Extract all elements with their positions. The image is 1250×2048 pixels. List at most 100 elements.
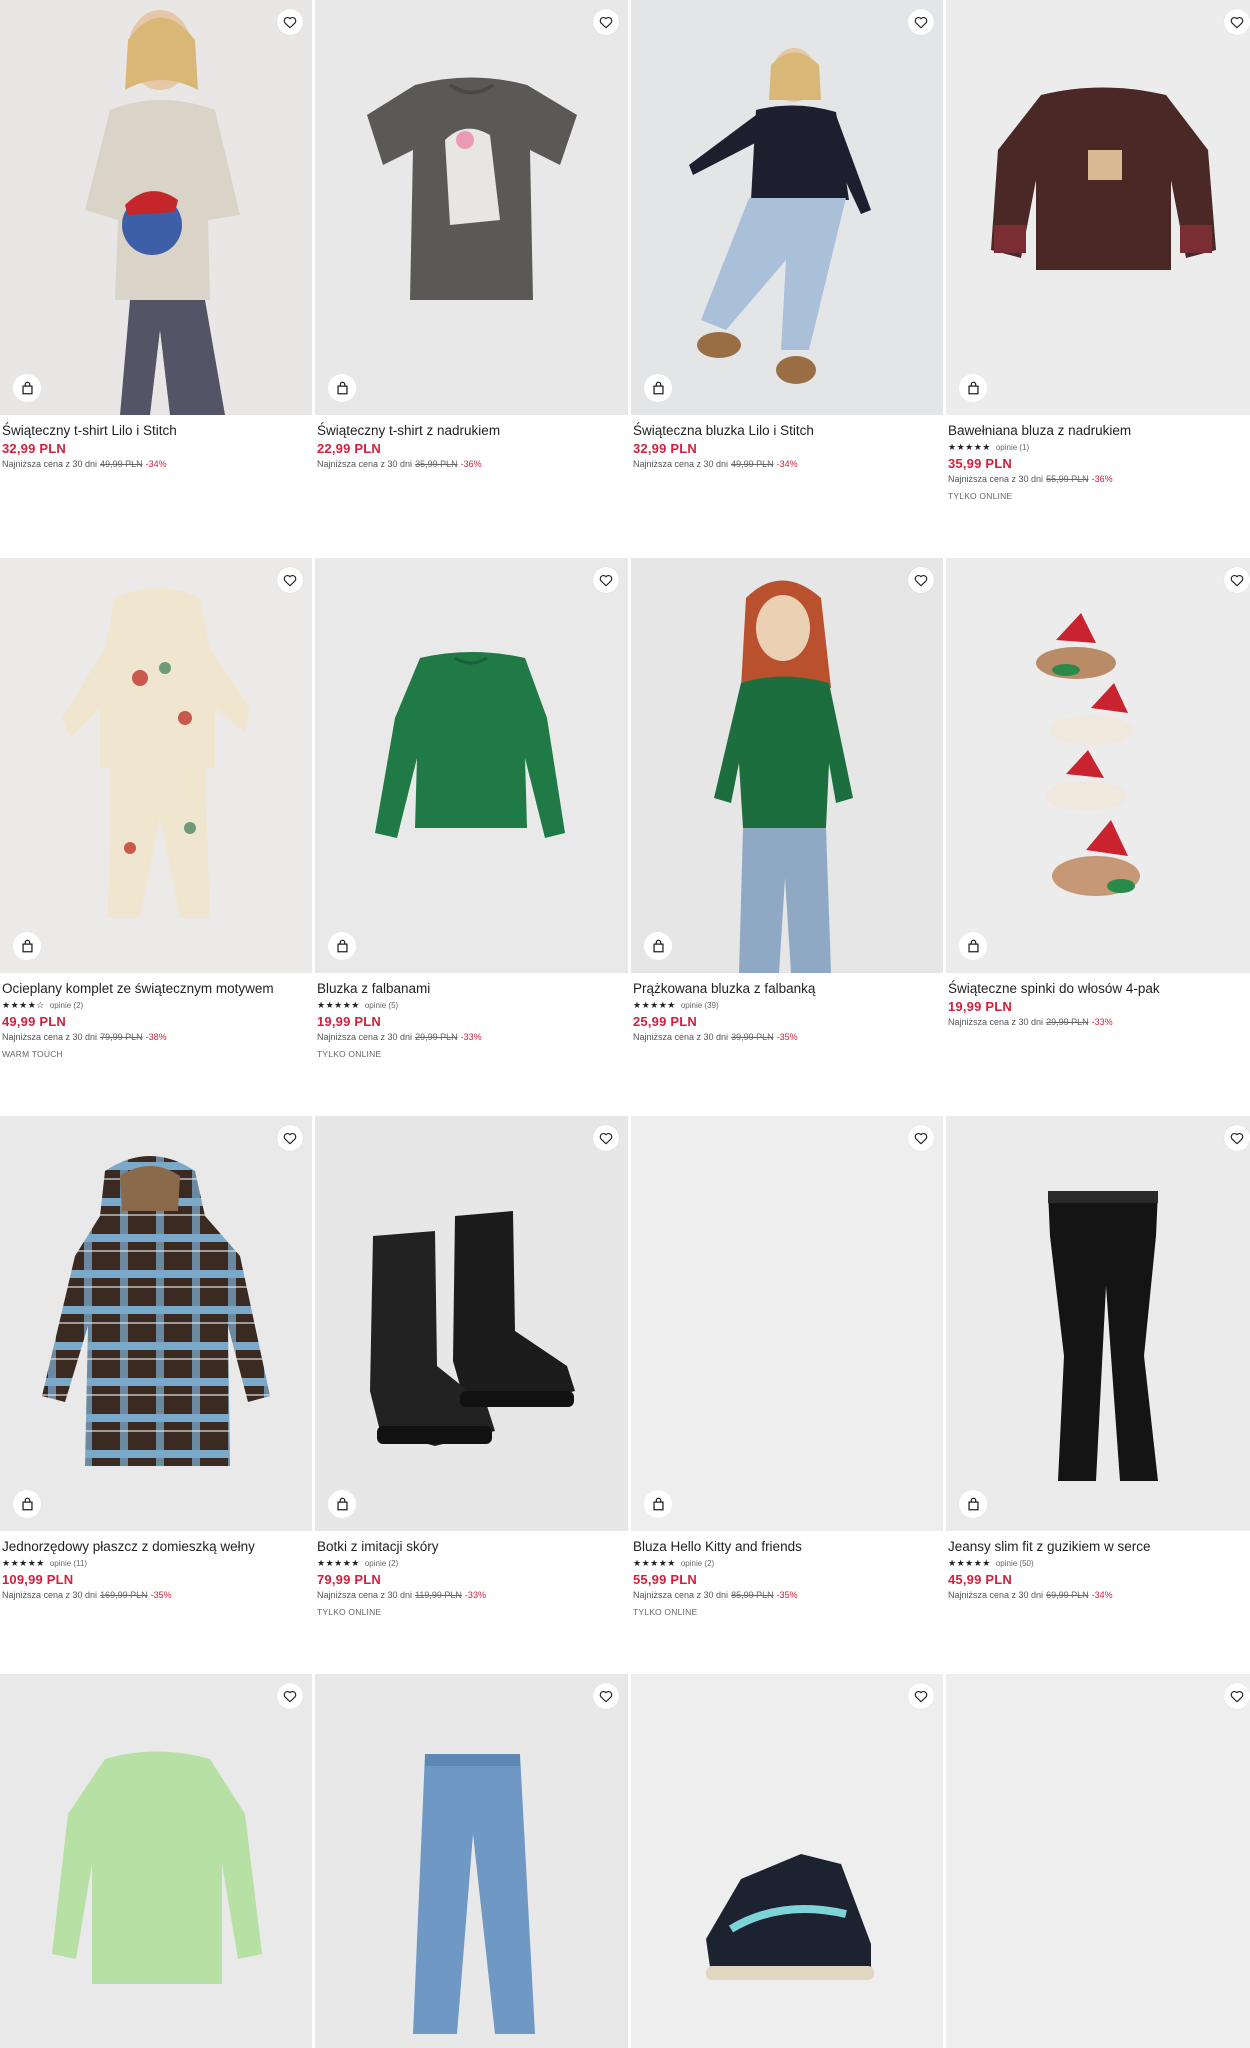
add-to-bag-button[interactable] [328, 374, 356, 402]
product-card[interactable] [631, 1674, 943, 2048]
shopping-bag-icon [652, 381, 664, 395]
wishlist-button[interactable] [277, 1683, 303, 1709]
product-name[interactable]: Jeansy slim fit z guzikiem w serce [948, 1538, 1250, 1555]
product-name[interactable]: Świąteczny t-shirt Lilo i Stitch [2, 422, 310, 439]
wishlist-button[interactable] [1224, 1125, 1250, 1151]
wishlist-button[interactable] [908, 1125, 934, 1151]
old-price: 119,99 PLN [415, 1590, 462, 1600]
product-name[interactable]: Bluza Hello Kitty and friends [633, 1538, 941, 1555]
product-image[interactable] [0, 0, 312, 415]
heart-outline-icon [914, 1132, 928, 1144]
product-card[interactable]: Świąteczny t-shirt Lilo i Stitch 32,99 P… [0, 0, 312, 558]
rating[interactable]: ★★★★★ opinie (1) [948, 441, 1250, 454]
rating[interactable]: ★★★★★ opinie (2) [317, 1557, 626, 1570]
product-name[interactable]: Świąteczne spinki do włosów 4-pak [948, 980, 1250, 997]
product-card[interactable] [315, 1674, 628, 2048]
wishlist-button[interactable] [908, 1683, 934, 1709]
add-to-bag-button[interactable] [328, 932, 356, 960]
rating[interactable]: ★★★★★ opinie (39) [633, 999, 941, 1012]
product-card[interactable]: Świąteczne spinki do włosów 4-pak 19,99 … [946, 558, 1250, 1116]
product-name[interactable]: Bawełniana bluza z nadrukiem [948, 422, 1250, 439]
heart-outline-icon [914, 574, 928, 586]
wishlist-button[interactable] [593, 1125, 619, 1151]
old-price: 85,99 PLN [731, 1590, 774, 1600]
product-name[interactable]: Świąteczna bluzka Lilo i Stitch [633, 422, 941, 439]
wishlist-button[interactable] [1224, 9, 1250, 35]
add-to-bag-button[interactable] [644, 932, 672, 960]
product-image[interactable] [0, 1674, 312, 2048]
rating[interactable]: ★★★★★ opinie (5) [317, 999, 626, 1012]
wishlist-button[interactable] [908, 567, 934, 593]
product-card[interactable]: Bawełniana bluza z nadrukiem ★★★★★ opinie… [946, 0, 1250, 558]
review-count: opinie (1) [995, 443, 1030, 452]
add-to-bag-button[interactable] [328, 1490, 356, 1518]
star-icon: ★★★★★ [948, 442, 991, 452]
product-image[interactable] [631, 0, 943, 415]
product-image[interactable] [631, 558, 943, 973]
wishlist-button[interactable] [277, 1125, 303, 1151]
wishlist-button[interactable] [593, 9, 619, 35]
lowest-price-label: Najniższa cena z 30 dni [2, 1032, 98, 1042]
old-price: 29,99 PLN [415, 1032, 458, 1042]
rating[interactable]: ★★★★★ opinie (11) [2, 1557, 310, 1570]
product-photo-grey-tshirt [315, 0, 628, 415]
add-to-bag-button[interactable] [13, 1490, 41, 1518]
lowest-price-label: Najniższa cena z 30 dni [948, 1590, 1044, 1600]
product-image[interactable] [315, 0, 628, 415]
lowest-price-label: Najniższa cena z 30 dni [633, 1590, 729, 1600]
product-card[interactable] [946, 1674, 1250, 2048]
product-name[interactable]: Botki z imitacji skóry [317, 1538, 626, 1555]
wishlist-button[interactable] [593, 1683, 619, 1709]
product-photo-brown-sweatshirt [946, 0, 1250, 415]
star-icon: ★★★★★ [633, 1558, 676, 1568]
product-card[interactable]: Bluza Hello Kitty and friends ★★★★★ opini… [631, 1116, 943, 1674]
product-info: Bluzka z falbanami ★★★★★ opinie (5) 19,99… [315, 973, 628, 1060]
product-card[interactable]: Botki z imitacji skóry ★★★★★ opinie (2) 7… [315, 1116, 628, 1674]
add-to-bag-button[interactable] [13, 374, 41, 402]
rating[interactable]: ★★★★★ opinie (50) [948, 1557, 1250, 1570]
product-card[interactable] [0, 1674, 312, 2048]
product-card[interactable]: Prążkowana bluzka z falbanką ★★★★★ opinie… [631, 558, 943, 1116]
product-info: Bluza Hello Kitty and friends ★★★★★ opini… [631, 1531, 943, 1618]
wishlist-button[interactable] [1224, 1683, 1250, 1709]
product-name[interactable]: Bluzka z falbanami [317, 980, 626, 997]
product-card[interactable]: Jeansy slim fit z guzikiem w serce ★★★★★… [946, 1116, 1250, 1674]
product-card[interactable]: Jednorzędowy płaszcz z domieszką wełny ★… [0, 1116, 312, 1674]
product-image[interactable] [0, 1116, 312, 1531]
product-card[interactable]: Świąteczna bluzka Lilo i Stitch 32,99 PL… [631, 0, 943, 558]
add-to-bag-button[interactable] [959, 1490, 987, 1518]
product-card[interactable]: Bluzka z falbanami ★★★★★ opinie (5) 19,99… [315, 558, 628, 1116]
product-image[interactable] [946, 1116, 1250, 1531]
product-image[interactable] [315, 1674, 628, 2048]
add-to-bag-button[interactable] [644, 1490, 672, 1518]
product-image[interactable] [631, 1116, 943, 1531]
product-image[interactable] [315, 558, 628, 973]
product-info: Świąteczna bluzka Lilo i Stitch 32,99 PL… [631, 415, 943, 470]
product-card[interactable]: Świąteczny t-shirt z nadrukiem 22,99 PLN… [315, 0, 628, 558]
product-name[interactable]: Prążkowana bluzka z falbanką [633, 980, 941, 997]
product-photo-girl-navy-top [631, 0, 943, 415]
wishlist-button[interactable] [908, 9, 934, 35]
product-name[interactable]: Świąteczny t-shirt z nadrukiem [317, 422, 626, 439]
add-to-bag-button[interactable] [644, 374, 672, 402]
shopping-bag-icon [336, 1497, 348, 1511]
product-image[interactable] [946, 0, 1250, 415]
wishlist-button[interactable] [1224, 567, 1250, 593]
wishlist-button[interactable] [277, 9, 303, 35]
product-image[interactable] [946, 1674, 1250, 2048]
product-image[interactable] [315, 1116, 628, 1531]
product-name[interactable]: Jednorzędowy płaszcz z domieszką wełny [2, 1538, 310, 1555]
wishlist-button[interactable] [277, 567, 303, 593]
rating[interactable]: ★★★★☆ opinie (2) [2, 999, 310, 1012]
wishlist-button[interactable] [593, 567, 619, 593]
product-name[interactable]: Ocieplany komplet ze świątecznym motywem [2, 980, 310, 997]
add-to-bag-button[interactable] [13, 932, 41, 960]
add-to-bag-button[interactable] [959, 932, 987, 960]
product-image[interactable] [631, 1674, 943, 2048]
product-image[interactable] [946, 558, 1250, 973]
product-image[interactable] [0, 558, 312, 973]
product-card[interactable]: Ocieplany komplet ze świątecznym motywem… [0, 558, 312, 1116]
add-to-bag-button[interactable] [959, 374, 987, 402]
heart-outline-icon [1230, 16, 1244, 28]
rating[interactable]: ★★★★★ opinie (2) [633, 1557, 941, 1570]
